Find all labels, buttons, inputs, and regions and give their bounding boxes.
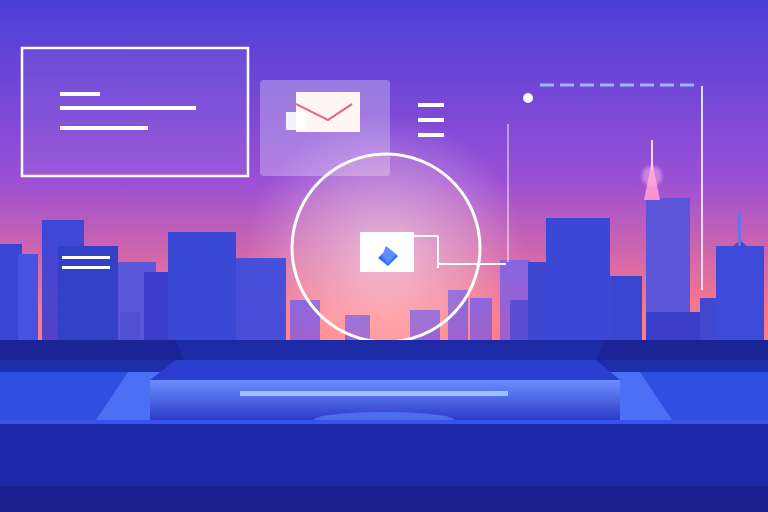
- city-skyline-illustration: [0, 0, 768, 512]
- foreground-desk: [0, 340, 768, 512]
- window-dot: [523, 93, 533, 103]
- scene-svg: [0, 0, 768, 512]
- window-text-line: [60, 106, 196, 110]
- desk-light-bar: [240, 391, 508, 396]
- window-text-line: [60, 92, 100, 96]
- email-envelope-icon: [286, 92, 360, 132]
- left-outline-window: [20, 46, 250, 178]
- window-text-line: [60, 126, 148, 130]
